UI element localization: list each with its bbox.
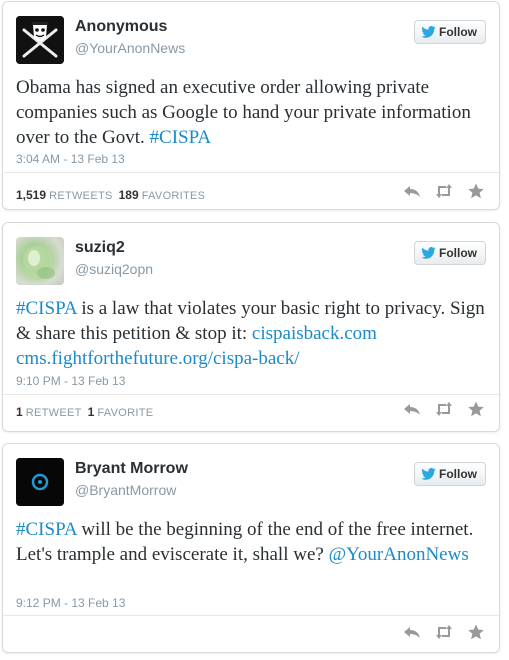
- user-handle[interactable]: @BryantMorrow: [75, 482, 176, 498]
- tweet-card: suziq2 @suziq2opn Follow #CISPA is a law…: [2, 222, 500, 432]
- reply-icon[interactable]: [403, 183, 421, 199]
- favorite-star-icon[interactable]: [467, 624, 485, 640]
- tweet-actions: [403, 401, 485, 417]
- avatar[interactable]: [16, 237, 64, 285]
- twitter-bird-icon: [421, 468, 436, 480]
- favorites-count: 1: [87, 405, 95, 419]
- divider: [3, 615, 499, 616]
- favorites-stat[interactable]: 189 FAVORITES: [119, 188, 206, 202]
- reply-icon[interactable]: [403, 401, 421, 417]
- user-handle[interactable]: @YourAnonNews: [75, 40, 185, 56]
- tweet-text: #CISPA will be the beginning of the end …: [16, 517, 486, 567]
- tweet-timestamp[interactable]: 9:12 PM - 13 Feb 13: [16, 596, 125, 610]
- favorite-star-icon[interactable]: [467, 401, 485, 417]
- retweets-stat[interactable]: 1,519 RETWEETS: [16, 188, 113, 202]
- tweet-actions: [403, 183, 485, 199]
- retweet-icon[interactable]: [435, 183, 453, 199]
- retweets-label: RETWEET: [25, 407, 82, 419]
- twitter-bird-icon: [421, 26, 436, 38]
- follow-label: Follow: [439, 467, 477, 481]
- tweet-card: Bryant Morrow @BryantMorrow Follow #CISP…: [2, 443, 500, 653]
- mention-link[interactable]: @YourAnonNews: [329, 544, 469, 565]
- favorite-star-icon[interactable]: [467, 183, 485, 199]
- url-link[interactable]: cispaisback.com: [252, 323, 377, 344]
- tweet-stats: 1 RETWEET 1 FAVORITE: [16, 405, 153, 419]
- tweet-text: #CISPA is a law that violates your basic…: [16, 296, 486, 371]
- anonymous-jolly-roger-icon: [16, 16, 64, 64]
- retweet-icon[interactable]: [435, 401, 453, 417]
- reply-icon[interactable]: [403, 624, 421, 640]
- user-handle[interactable]: @suziq2opn: [75, 261, 153, 277]
- tweet-text-body: is a law that violates your basic right …: [16, 298, 485, 344]
- divider: [3, 394, 499, 395]
- hashtag-link[interactable]: #CISPA: [16, 519, 77, 540]
- tweet-timestamp[interactable]: 9:10 PM - 13 Feb 13: [16, 374, 125, 388]
- display-name[interactable]: Bryant Morrow: [75, 460, 188, 478]
- favorites-label: FAVORITES: [141, 190, 206, 202]
- tweet-text: Obama has signed an executive order allo…: [16, 75, 486, 150]
- avatar[interactable]: [16, 458, 64, 506]
- tweet-stats: 1,519 RETWEETS 189 FAVORITES: [16, 188, 205, 202]
- follow-label: Follow: [439, 246, 477, 260]
- retweets-label: RETWEETS: [49, 190, 113, 202]
- tweet-card: Anonymous @YourAnonNews Follow Obama has…: [2, 1, 500, 210]
- retweets-stat[interactable]: 1 RETWEET: [16, 405, 82, 419]
- divider: [3, 172, 499, 173]
- url-link[interactable]: cms.fightforthefuture.org/cispa-back/: [16, 348, 300, 369]
- retweets-count: 1: [16, 405, 23, 419]
- follow-label: Follow: [439, 25, 477, 39]
- tweet-timestamp[interactable]: 3:04 AM - 13 Feb 13: [16, 152, 125, 166]
- favorites-stat[interactable]: 1 FAVORITE: [88, 405, 154, 419]
- follow-button[interactable]: Follow: [414, 462, 486, 486]
- hashtag-link[interactable]: #CISPA: [150, 127, 212, 148]
- tweet-actions: [403, 624, 485, 640]
- avatar[interactable]: [16, 16, 64, 64]
- green-blob-avatar: [23, 246, 55, 280]
- twitter-bird-icon: [421, 247, 436, 259]
- tweet-text-body: Obama has signed an executive order allo…: [16, 77, 471, 148]
- display-name[interactable]: Anonymous: [75, 18, 167, 36]
- favorites-label: FAVORITE: [97, 407, 154, 419]
- display-name[interactable]: suziq2: [75, 239, 125, 257]
- retweet-icon[interactable]: [435, 624, 453, 640]
- hashtag-link[interactable]: #CISPA: [16, 298, 77, 319]
- favorites-count: 189: [118, 188, 139, 202]
- blue-ring-icon: [16, 458, 64, 506]
- follow-button[interactable]: Follow: [414, 241, 486, 265]
- follow-button[interactable]: Follow: [414, 20, 486, 44]
- retweets-count: 1,519: [16, 188, 47, 202]
